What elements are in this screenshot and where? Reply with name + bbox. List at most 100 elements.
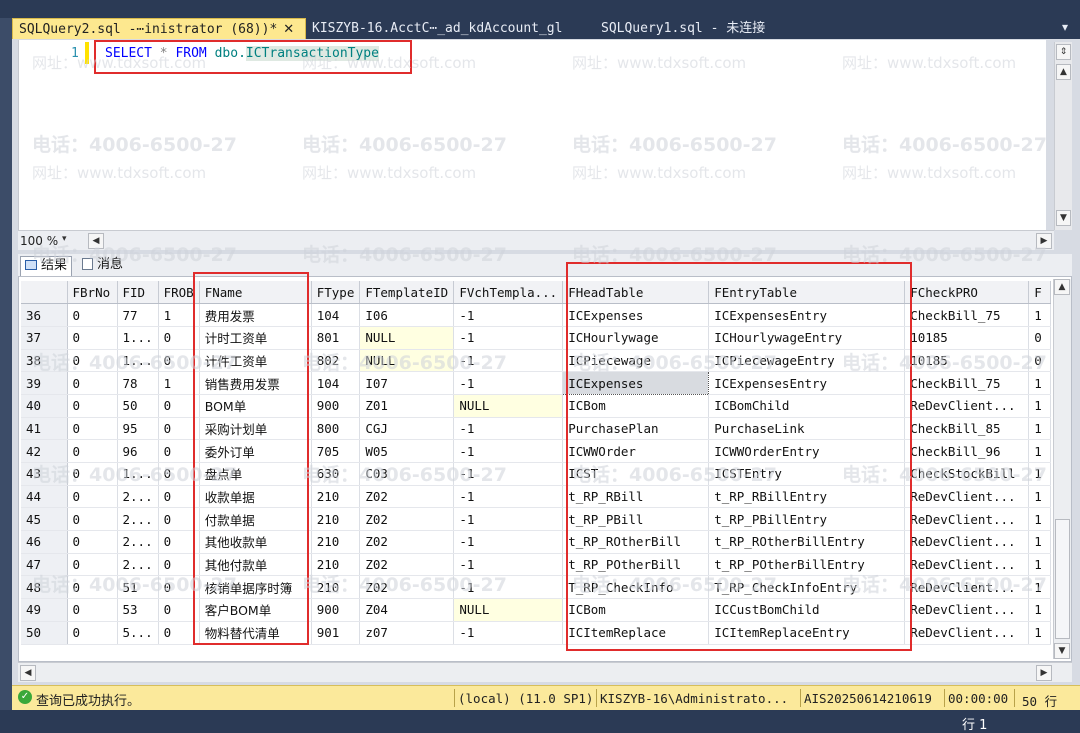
cell-fentrytable[interactable]: ICHourlywageEntry xyxy=(708,326,906,350)
row-number[interactable]: 48 xyxy=(21,575,68,600)
cell-fbrno[interactable]: 0 xyxy=(67,530,118,554)
cell-fvchtemplate[interactable]: -1 xyxy=(453,530,564,554)
cell-fcheckpro[interactable]: ReDevClient... xyxy=(904,485,1030,509)
cell-ftype[interactable]: 802 xyxy=(311,349,361,373)
cell-fheadtable[interactable]: ICBom xyxy=(562,598,710,622)
table-row[interactable]: 45 0 2... 0 付款单据 210 Z02 -1 t_RP_PBill t_RP_PBill… xyxy=(21,507,1052,532)
row-number[interactable]: 39 xyxy=(21,371,68,395)
scroll-right-icon[interactable]: ▶ xyxy=(1036,665,1052,681)
cell-fid[interactable]: 50 xyxy=(117,394,159,418)
cell-frob[interactable]: 0 xyxy=(158,575,200,600)
cell-fid[interactable]: 95 xyxy=(117,417,159,441)
cell-fheadtable[interactable]: ICBom xyxy=(562,394,710,418)
table-row[interactable]: 36 0 77 1 费用发票 104 I06 -1 ICExpenses ICExpensesEn… xyxy=(21,303,1052,327)
cell-fname[interactable]: 销售费用发票 xyxy=(199,371,312,395)
table-row[interactable]: 43 0 1... 0 盘点单 630 C03 -1 ICST ICSTEntry CheckSto… xyxy=(21,462,1052,486)
table-row[interactable]: 49 0 53 0 客户BOM单 900 Z04 NULL ICBom ICCustBomChil… xyxy=(21,598,1052,622)
cell-fentrytable[interactable]: ICPiecewageEntry xyxy=(708,349,906,373)
cell-f[interactable]: 1 xyxy=(1028,575,1052,600)
cell-fname[interactable]: 计时工资单 xyxy=(199,326,312,350)
tab-list-dropdown-icon[interactable]: ▾ xyxy=(1062,20,1068,34)
cell-ftemplateid[interactable]: W05 xyxy=(359,439,455,463)
column-header[interactable]: FEntryTable xyxy=(708,281,906,305)
cell-fname[interactable]: 费用发票 xyxy=(199,303,312,327)
cell-ftemplateid[interactable]: NULL xyxy=(359,326,455,350)
row-number[interactable]: 40 xyxy=(21,394,68,418)
cell-fheadtable[interactable]: t_RP_POtherBill xyxy=(562,553,710,577)
cell-fentrytable[interactable]: PurchaseLink xyxy=(708,417,906,441)
row-number[interactable]: 36 xyxy=(21,303,68,327)
cell-fname[interactable]: 委外订单 xyxy=(199,439,312,463)
cell-fbrno[interactable]: 0 xyxy=(67,349,118,373)
table-row[interactable]: 47 0 2... 0 其他付款单 210 Z02 -1 t_RP_POtherBill t_RP… xyxy=(21,553,1052,577)
cell-ftype[interactable]: 104 xyxy=(311,371,361,395)
cell-f[interactable]: 1 xyxy=(1028,621,1052,645)
column-header[interactable]: FTemplateID xyxy=(359,281,455,305)
cell-fbrno[interactable]: 0 xyxy=(67,575,118,600)
table-row[interactable]: 40 0 50 0 BOM单 900 Z01 NULL ICBom ICBomChild ReDev… xyxy=(21,394,1052,418)
cell-ftemplateid[interactable]: Z02 xyxy=(359,553,455,577)
zoom-level[interactable]: 100 % xyxy=(20,234,58,248)
cell-fbrno[interactable]: 0 xyxy=(67,553,118,577)
tab-sqlquery1[interactable]: SQLQuery1.sql - 未连接 xyxy=(595,18,771,39)
row-number[interactable]: 47 xyxy=(21,553,68,577)
cell-f[interactable]: 1 xyxy=(1028,394,1052,418)
cell-fbrno[interactable]: 0 xyxy=(67,439,118,463)
cell-fname[interactable]: 其他付款单 xyxy=(199,553,312,577)
cell-fbrno[interactable]: 0 xyxy=(67,371,118,395)
scroll-right-icon[interactable]: ▶ xyxy=(1036,233,1052,249)
cell-fcheckpro[interactable]: 10185 xyxy=(904,349,1030,373)
cell-fheadtable[interactable]: ICItemReplace xyxy=(562,621,710,645)
cell-ftype[interactable]: 900 xyxy=(311,598,361,622)
scroll-down-icon[interactable]: ▼ xyxy=(1056,210,1071,226)
cell-fname[interactable]: BOM单 xyxy=(199,394,312,418)
cell-ftype[interactable]: 210 xyxy=(311,485,361,509)
cell-frob[interactable]: 0 xyxy=(158,349,200,373)
row-number[interactable]: 45 xyxy=(21,507,68,532)
row-number[interactable]: 46 xyxy=(21,530,68,554)
cell-ftype[interactable]: 210 xyxy=(311,575,361,600)
cell-ftemplateid[interactable]: z07 xyxy=(359,621,455,645)
cell-fid[interactable]: 1... xyxy=(117,326,159,350)
zoom-dropdown-icon[interactable]: ▾ xyxy=(62,234,67,244)
row-number[interactable]: 50 xyxy=(21,621,68,645)
cell-fbrno[interactable]: 0 xyxy=(67,598,118,622)
row-number[interactable]: 43 xyxy=(21,462,68,486)
cell-ftype[interactable]: 900 xyxy=(311,394,361,418)
column-header[interactable]: FCheckPRO xyxy=(904,281,1030,305)
cell-fname[interactable]: 其他收款单 xyxy=(199,530,312,554)
cell-fheadtable[interactable]: ICHourlywage xyxy=(562,326,710,350)
cell-fvchtemplate[interactable]: -1 xyxy=(453,349,564,373)
cell-fentrytable[interactable]: ICItemReplaceEntry xyxy=(708,621,906,645)
cell-ftemplateid[interactable]: NULL xyxy=(359,349,455,373)
scroll-down-icon[interactable]: ▼ xyxy=(1054,643,1070,659)
cell-frob[interactable]: 0 xyxy=(158,530,200,554)
cell-ftype[interactable]: 705 xyxy=(311,439,361,463)
table-row[interactable]: 41 0 95 0 采购计划单 800 CGJ -1 PurchasePlan PurchaseL… xyxy=(21,417,1052,441)
cell-fentrytable[interactable]: ICBomChild xyxy=(708,394,906,418)
cell-f[interactable]: 1 xyxy=(1028,439,1052,463)
cell-fvchtemplate[interactable]: NULL xyxy=(453,598,564,622)
cell-fvchtemplate[interactable]: -1 xyxy=(453,462,564,486)
column-header[interactable]: FID xyxy=(117,281,159,305)
cell-fcheckpro[interactable]: ReDevClient... xyxy=(904,507,1030,532)
cell-fbrno[interactable]: 0 xyxy=(67,462,118,486)
cell-ftemplateid[interactable]: C03 xyxy=(359,462,455,486)
cell-fid[interactable]: 96 xyxy=(117,439,159,463)
column-header[interactable]: FBrNo xyxy=(67,281,118,305)
scroll-up-icon[interactable]: ▲ xyxy=(1054,279,1070,295)
cell-fid[interactable]: 53 xyxy=(117,598,159,622)
cell-fheadtable[interactable]: ICExpenses xyxy=(562,371,710,395)
cell-ftype[interactable]: 210 xyxy=(311,553,361,577)
column-header[interactable] xyxy=(21,281,68,305)
cell-fcheckpro[interactable]: CheckStockBill xyxy=(904,462,1030,486)
cell-f[interactable]: 1 xyxy=(1028,553,1052,577)
cell-frob[interactable]: 0 xyxy=(158,598,200,622)
cell-fheadtable[interactable]: t_RP_ROtherBill xyxy=(562,530,710,554)
cell-fcheckpro[interactable]: ReDevClient... xyxy=(904,598,1030,622)
cell-fvchtemplate[interactable]: -1 xyxy=(453,439,564,463)
row-number[interactable]: 42 xyxy=(21,439,68,463)
row-number[interactable]: 37 xyxy=(21,326,68,350)
cell-fname[interactable]: 付款单据 xyxy=(199,507,312,532)
cell-fentrytable[interactable]: ICSTEntry xyxy=(708,462,906,486)
